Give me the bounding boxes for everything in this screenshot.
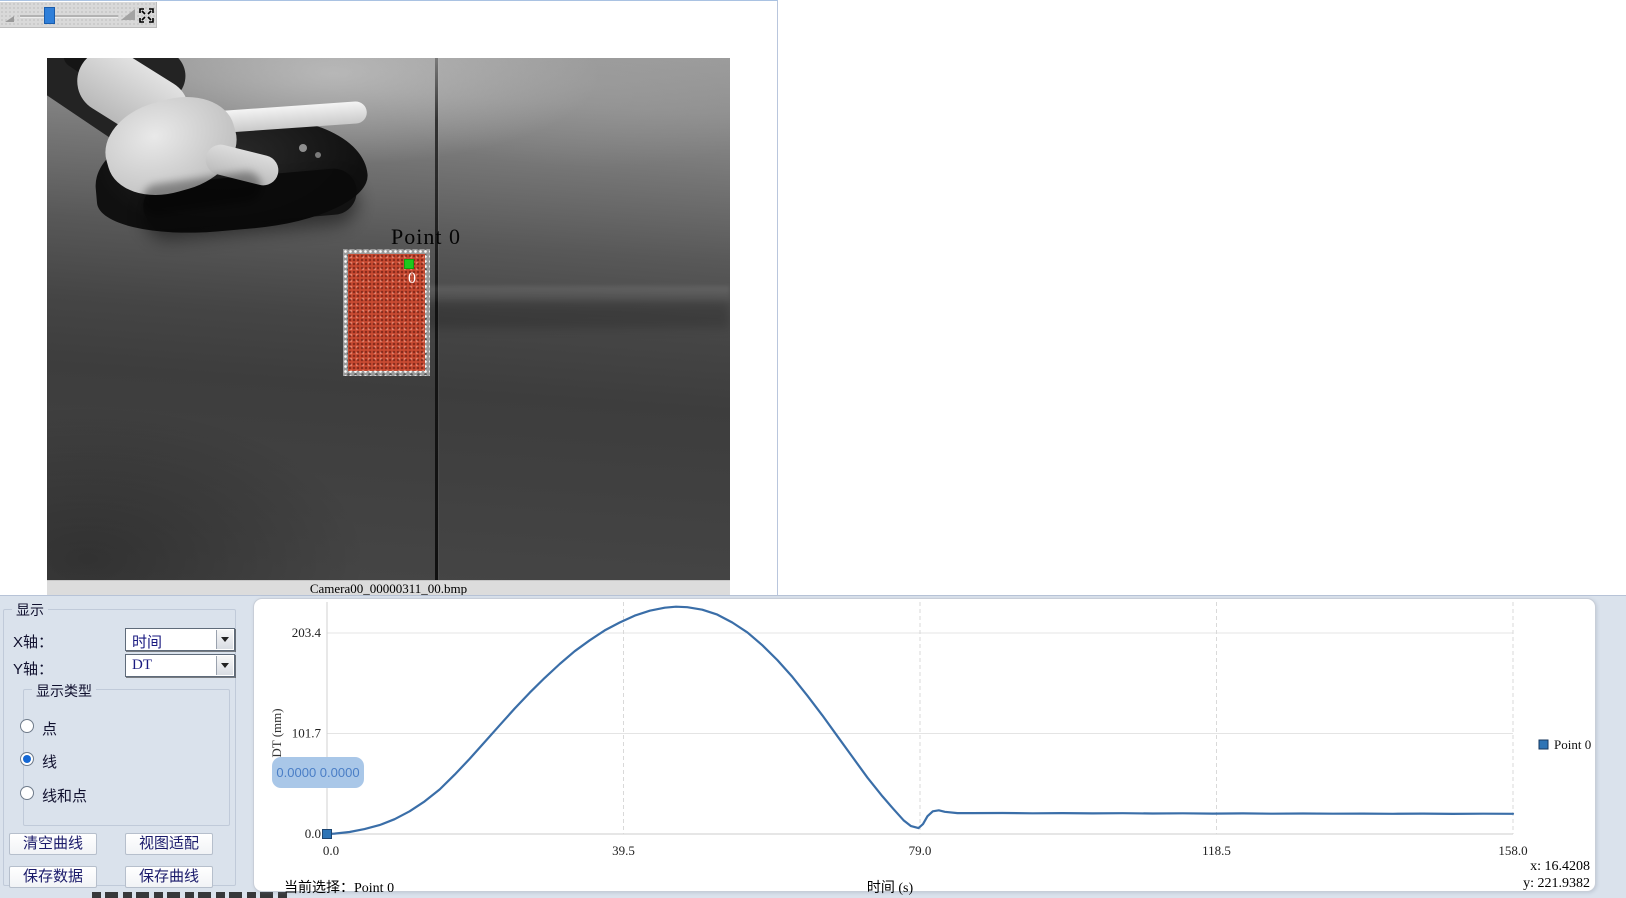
handle-screw xyxy=(299,144,307,152)
x-tick-label: 79.0 xyxy=(909,843,932,858)
x-tick-label: 0.0 xyxy=(323,843,339,858)
save-curves-button[interactable]: 保存曲线 xyxy=(125,866,213,888)
save-data-button[interactable]: 保存数据 xyxy=(9,866,97,888)
display-group-title: 显示 xyxy=(12,600,48,620)
display-type-radio-3[interactable]: 线和点 xyxy=(0,785,240,803)
y-tick-label: 0.0 xyxy=(305,826,321,841)
radio-label: 线 xyxy=(42,751,57,772)
reflection-highlight xyxy=(392,286,730,302)
y-tick-label: 101.7 xyxy=(292,726,322,741)
clear-curves-button[interactable]: 清空曲线 xyxy=(9,833,97,855)
cursor-y-readout: y: 221.9382 xyxy=(1450,876,1590,892)
plot-controls: 显示 X轴： 时间 Y轴： DT 显示类型 点线线和点 清空曲线 视图适配保存数据… xyxy=(0,596,240,898)
application-window: 0 Point 0 Camera00_00000311_00.bmp z x y… xyxy=(0,0,1626,898)
handle-screw xyxy=(315,152,321,158)
zoom-in-icon[interactable] xyxy=(121,9,135,20)
zoom-out-icon[interactable] xyxy=(5,16,14,22)
display-type-radio-2[interactable]: 线 xyxy=(0,751,240,769)
x-axis-select-label: X轴： xyxy=(13,631,53,652)
camera-image[interactable]: 0 Point 0 xyxy=(47,58,730,580)
y-axis-select[interactable]: DT xyxy=(125,654,235,677)
cursor-x-readout: x: 16.4208 xyxy=(1450,859,1590,875)
y-axis-select-label: Y轴： xyxy=(13,658,53,679)
radio-selected-icon[interactable] xyxy=(20,752,34,766)
measurement-point-marker[interactable] xyxy=(404,259,414,269)
image-caption: Camera00_00000311_00.bmp xyxy=(47,580,730,596)
origin-value-tooltip: 0.0000 0.0000 xyxy=(272,757,364,788)
y-axis-select-value: DT xyxy=(132,657,152,674)
contour-view-panel: z x y 081625334149586674-20-14-8-2410162… xyxy=(779,0,1626,595)
chevron-down-icon[interactable] xyxy=(216,630,233,649)
chart-y-axis-title: DT (mm) xyxy=(269,708,284,757)
fit-view-button[interactable]: 视图适配 xyxy=(125,833,213,855)
x-axis-select[interactable]: 时间 xyxy=(125,628,235,651)
y-tick-label: 203.4 xyxy=(292,625,322,640)
chevron-down-icon[interactable] xyxy=(216,656,233,675)
image-zoom-toolbar xyxy=(0,2,157,28)
x-tick-label: 39.5 xyxy=(612,843,635,858)
display-type-title: 显示类型 xyxy=(32,681,96,701)
point-label: Point 0 xyxy=(391,224,461,250)
zoom-slider-handle[interactable] xyxy=(44,7,55,24)
zoom-slider-track[interactable] xyxy=(20,15,118,17)
chart-x-axis-title: 时间 (s) xyxy=(840,877,940,897)
radio-icon[interactable] xyxy=(20,719,34,733)
dt-time-chart[interactable]: 0.0 101.7 203.4 0.0 39.5 79.0 118.5 158.0 DT (mm… xyxy=(253,598,1596,892)
clipped-text-artifact xyxy=(92,892,288,898)
measurement-point-index: 0 xyxy=(402,270,422,288)
speckle-roi-border[interactable] xyxy=(343,249,430,376)
legend-marker[interactable] xyxy=(1539,740,1548,749)
reflection-shadow xyxy=(392,302,730,328)
radio-label: 线和点 xyxy=(42,785,87,806)
radio-icon[interactable] xyxy=(20,786,34,800)
x-axis-select-value: 时间 xyxy=(132,631,162,652)
curve-panel: 显示 X轴： 时间 Y轴： DT 显示类型 点线线和点 清空曲线 视图适配保存数据… xyxy=(0,595,1626,898)
camera-view-panel: 0 Point 0 Camera00_00000311_00.bmp xyxy=(0,0,778,595)
x-tick-label: 158.0 xyxy=(1498,843,1527,858)
radio-label: 点 xyxy=(42,718,57,739)
x-tick-label: 118.5 xyxy=(1202,843,1231,858)
current-selection-status: 当前选择：Point 0 xyxy=(284,877,394,897)
display-type-radio-1[interactable]: 点 xyxy=(0,718,240,736)
selected-point-marker[interactable] xyxy=(323,830,332,839)
legend-label[interactable]: Point 0 xyxy=(1554,737,1591,752)
fullscreen-icon[interactable] xyxy=(138,7,155,24)
